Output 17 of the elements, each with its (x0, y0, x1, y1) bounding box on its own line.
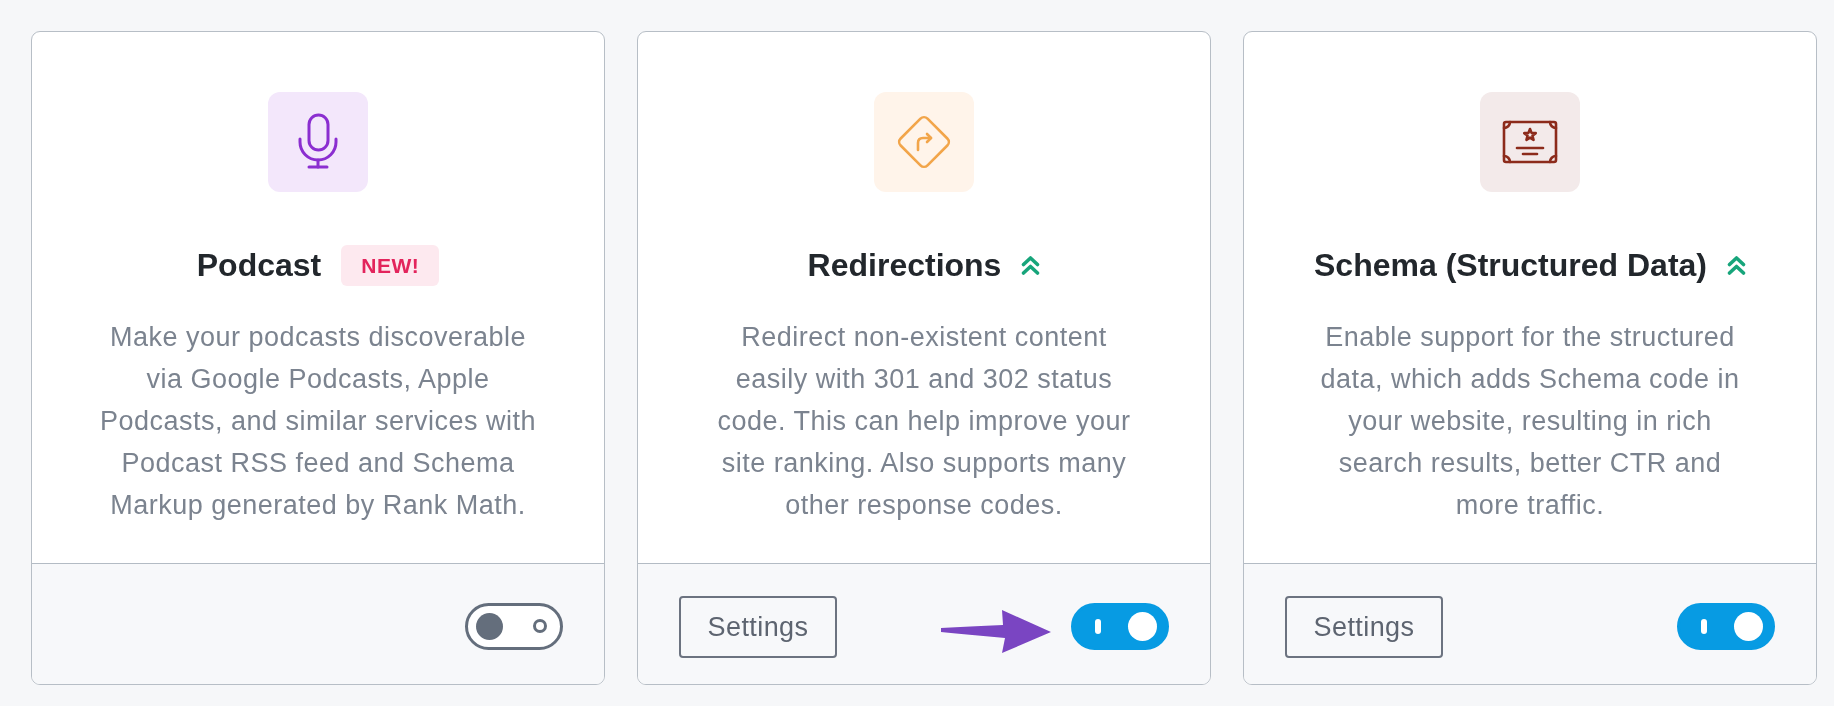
certificate-icon (1480, 92, 1580, 192)
module-title: Schema (Structured Data) (1314, 247, 1707, 284)
microphone-icon (268, 92, 368, 192)
module-description: Make your podcasts discoverable via Google Podcasts, Apple Podcasts, and similar services with Podcast RSS feed and Schema Markup generated by Rank Math. (98, 321, 538, 522)
settings-button[interactable]: Settings (679, 596, 837, 658)
module-description: Redirect non-existent content easily with 301 and 302 status code. This can help improve your site ranking. Also supports many other response codes. (716, 321, 1132, 522)
module-title: Redirections (807, 247, 1002, 284)
new-badge: NEW! (341, 245, 440, 286)
module-title: Podcast (196, 247, 322, 284)
toggle-switch[interactable] (1071, 602, 1169, 650)
settings-button[interactable]: Settings (1285, 596, 1443, 658)
double-chevron-icon (1021, 255, 1041, 276)
toggle-switch[interactable] (465, 602, 563, 650)
module-description: Enable support for the structured data, which adds Schema code in your website, resulting in rich search results, better CTR and more traffic. (1319, 321, 1741, 522)
diamond-arrow-sign-icon (874, 92, 974, 192)
toggle-switch[interactable] (1677, 602, 1775, 650)
double-chevron-icon (1727, 255, 1746, 276)
